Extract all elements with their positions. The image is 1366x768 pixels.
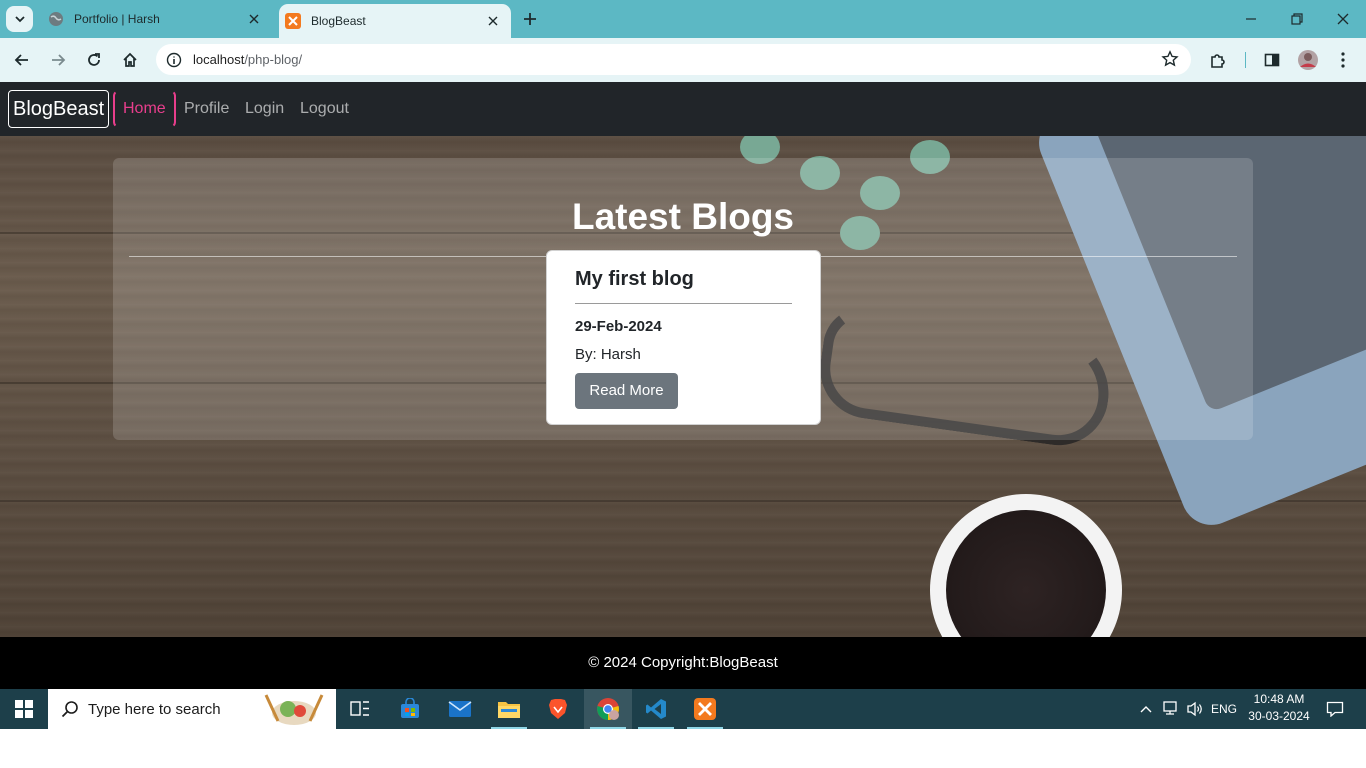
notification-center-button[interactable] — [1320, 689, 1350, 729]
tab-title: Portfolio | Harsh — [74, 12, 160, 26]
url-host: localhost — [193, 52, 245, 67]
brand-logo-link[interactable]: BlogBeast — [8, 90, 110, 128]
show-hidden-icons-button[interactable] — [1136, 689, 1156, 729]
task-view-icon — [350, 701, 369, 716]
xampp-button[interactable] — [681, 689, 729, 729]
extensions-button[interactable] — [1205, 47, 1231, 73]
windows-logo-icon — [15, 700, 33, 718]
bookmark-star-icon[interactable] — [1161, 50, 1179, 68]
reload-button[interactable] — [81, 47, 107, 73]
reload-icon — [88, 53, 100, 66]
tab-blogbeast[interactable]: BlogBeast — [279, 4, 511, 38]
volume-button[interactable] — [1184, 689, 1206, 729]
nav-login-link[interactable]: Login — [245, 90, 284, 128]
site-navbar: BlogBeast Home Profile Login Logout — [0, 82, 1366, 136]
chrome-icon — [597, 698, 619, 720]
site-info-icon[interactable] — [165, 51, 183, 69]
page-heading: Latest Blogs — [571, 196, 795, 237]
file-explorer-button[interactable] — [485, 689, 533, 729]
search-icon — [61, 701, 78, 718]
forward-button[interactable] — [45, 47, 71, 73]
clock-time: 10:48 AM — [1253, 692, 1305, 706]
site-footer: © 2024 Copyright:BlogBeast — [0, 637, 1366, 689]
brave-lion-icon — [549, 699, 567, 719]
avatar-icon — [1298, 50, 1318, 70]
profile-avatar-button[interactable] — [1295, 47, 1321, 73]
chevron-up-icon — [1140, 706, 1152, 713]
network-status-button[interactable] — [1160, 689, 1182, 729]
browser-menu-button[interactable] — [1330, 47, 1356, 73]
close-tab-icon[interactable] — [483, 11, 503, 31]
browser-tab-strip: Portfolio | Harsh BlogBeast — [0, 0, 1366, 38]
close-window-button[interactable] — [1320, 0, 1366, 38]
side-panel-button[interactable] — [1259, 47, 1285, 73]
puzzle-piece-icon — [1211, 54, 1225, 68]
side-panel-icon — [1264, 53, 1280, 67]
back-button[interactable] — [9, 47, 35, 73]
close-icon — [1337, 13, 1349, 25]
task-view-button[interactable] — [336, 689, 384, 729]
nav-home-link[interactable]: Home — [113, 90, 176, 128]
folder-icon — [498, 702, 520, 718]
home-icon — [123, 52, 137, 67]
minimize-button[interactable] — [1228, 0, 1274, 38]
address-bar[interactable]: localhost/php-blog/ — [156, 44, 1191, 75]
system-clock[interactable]: 10:48 AM 30-03-2024 — [1240, 691, 1318, 725]
home-button[interactable] — [117, 47, 143, 73]
copyright-text: © 2024 Copyright:BlogBeast — [588, 654, 778, 671]
globe-favicon-icon — [48, 11, 64, 27]
vscode-icon — [646, 699, 666, 719]
xampp-favicon-icon — [285, 13, 301, 29]
microsoft-store-button[interactable] — [386, 689, 434, 729]
read-more-button[interactable]: Read More — [575, 373, 678, 409]
clock-date: 30-03-2024 — [1248, 709, 1310, 723]
browser-toolbar: localhost/php-blog/ — [0, 38, 1366, 82]
brave-browser-button[interactable] — [534, 689, 582, 729]
latest-blogs-panel: Latest Blogs My first blog 29-Feb-2024 B… — [113, 158, 1253, 440]
toolbar-divider — [1245, 52, 1246, 68]
card-divider — [575, 303, 792, 304]
arrow-left-icon — [14, 54, 28, 66]
network-icon — [1163, 701, 1177, 715]
blog-card: My first blog 29-Feb-2024 By: Harsh Read… — [546, 250, 821, 425]
arrow-right-icon — [52, 54, 66, 66]
nav-profile-link[interactable]: Profile — [184, 90, 229, 128]
start-button[interactable] — [0, 689, 48, 729]
minimize-icon — [1246, 18, 1256, 20]
blog-title: My first blog — [575, 268, 694, 290]
url-text: localhost/php-blog/ — [193, 52, 302, 67]
xampp-icon — [694, 698, 716, 720]
web-page: BlogBeast Home Profile Login Logout Late… — [0, 82, 1366, 689]
notification-icon — [1326, 701, 1344, 717]
windows-taskbar: Type here to search ENG 10:48 AM 30-03-2… — [0, 689, 1366, 729]
close-tab-icon[interactable] — [244, 9, 264, 29]
chevron-down-icon — [14, 16, 25, 23]
tab-portfolio[interactable]: Portfolio | Harsh — [40, 0, 272, 38]
restore-icon — [1291, 13, 1303, 25]
input-language-button[interactable]: ENG — [1208, 689, 1240, 729]
blog-date: 29-Feb-2024 — [575, 318, 662, 335]
mail-button[interactable] — [436, 689, 484, 729]
blog-author: By: Harsh — [575, 346, 641, 363]
search-placeholder: Type here to search — [88, 700, 221, 718]
hero-background: Latest Blogs My first blog 29-Feb-2024 B… — [0, 136, 1366, 637]
wood-plank-seam — [0, 500, 1366, 502]
restore-button[interactable] — [1274, 0, 1320, 38]
plus-icon — [524, 13, 536, 25]
more-vertical-icon — [1341, 52, 1345, 68]
new-tab-button[interactable] — [519, 8, 541, 30]
taskbar-search-box[interactable]: Type here to search — [48, 689, 336, 729]
chrome-button[interactable] — [584, 689, 632, 729]
tab-title: BlogBeast — [311, 14, 366, 28]
store-bag-icon — [401, 698, 419, 718]
search-highlight-illustration — [264, 694, 324, 725]
vscode-button[interactable] — [632, 689, 680, 729]
tab-search-button[interactable] — [6, 6, 33, 32]
nav-logout-link[interactable]: Logout — [300, 90, 349, 128]
url-path: /php-blog/ — [244, 52, 303, 67]
mail-envelope-icon — [448, 701, 472, 717]
speaker-icon — [1187, 701, 1202, 717]
